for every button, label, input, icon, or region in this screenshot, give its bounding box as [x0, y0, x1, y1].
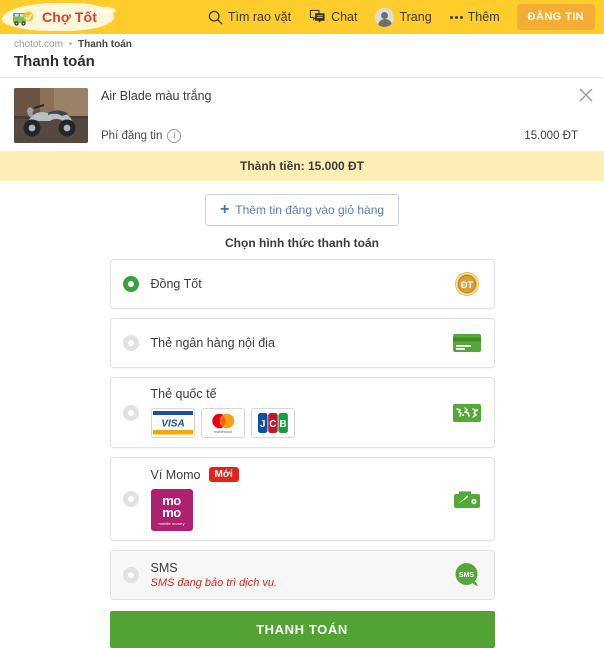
nav-chat[interactable]: Chat — [300, 9, 366, 25]
option-body-dong-tot: Đồng Tốt — [151, 277, 452, 291]
fee-label-group: Phí đăng tin i — [101, 129, 182, 143]
mastercard-logo: mastercard — [200, 408, 245, 438]
payment-option-label-momo: Ví Momo — [150, 467, 201, 482]
radio-momo[interactable] — [122, 491, 139, 507]
add-post-to-cart-button[interactable]: + Thêm tin đăng vào giỏ hàng — [204, 194, 400, 226]
svg-text:J: J — [259, 419, 265, 430]
info-icon[interactable]: i — [167, 129, 182, 143]
svg-text:ĐT: ĐT — [461, 280, 473, 290]
plus-icon: + — [219, 201, 230, 218]
nav-more[interactable]: Thêm — [441, 10, 509, 24]
payment-method-section-title: Chọn hình thức thanh toán — [225, 236, 379, 250]
shop-cart-icon — [12, 7, 38, 27]
brand-name: Chợ Tốt — [42, 9, 97, 25]
total-amount-bar: Thành tiền: 15.000 ĐT — [0, 151, 604, 181]
option-body-international-card: Thẻ quốc tế VISA mastercard J C B — [150, 387, 452, 438]
visa-logo: VISA — [150, 408, 195, 438]
post-ad-button[interactable]: ĐĂNG TIN — [516, 4, 595, 30]
new-badge: Mới — [208, 467, 239, 482]
breadcrumb: chotot.com • Thanh toán — [0, 34, 604, 50]
header-nav: Tìm rao vặt Chat Trang Thêm ĐĂNG TIN — [199, 0, 604, 34]
item-info: Air Blade màu trắng Phí đăng tin i 15.00… — [101, 88, 590, 143]
momo-logo: mo mo mobile money — [150, 489, 193, 531]
payment-option-domestic-card[interactable]: Thẻ ngân hàng nội địa — [109, 318, 495, 368]
payment-option-label-dong-tot: Đồng Tốt — [150, 277, 202, 291]
payment-option-label-domestic-card: Thẻ ngân hàng nội địa — [150, 336, 275, 350]
svg-text:SMS: SMS — [458, 572, 474, 579]
close-icon[interactable] — [578, 87, 594, 103]
payment-options-list: Đồng Tốt ĐT Thẻ ngân hàng nội địa Thẻ qu… — [0, 259, 604, 600]
sms-bubble-icon: SMS — [452, 560, 482, 590]
card-brand-logos: VISA mastercard J C B — [150, 408, 452, 438]
breadcrumb-site[interactable]: chotot.com — [14, 39, 63, 50]
svg-text:C: C — [269, 419, 276, 430]
site-header: Chợ Tốt Tìm rao vặt Chat Trang Thêm ĐĂNG… — [0, 0, 604, 34]
pay-button-wrapper: THANH TOÁN — [109, 611, 495, 648]
payment-option-international-card[interactable]: Thẻ quốc tế VISA mastercard J C B — [109, 377, 495, 448]
add-post-label: Thêm tin đăng vào giỏ hàng — [235, 203, 385, 217]
svg-text:mastercard: mastercard — [214, 430, 232, 434]
jcb-logo: J C B — [250, 408, 295, 438]
pay-button[interactable]: THANH TOÁN — [109, 611, 495, 648]
page-title: Thanh toán — [14, 53, 95, 70]
nav-search[interactable]: Tìm rao vặt — [199, 10, 300, 25]
payment-option-dong-tot[interactable]: Đồng Tốt ĐT — [109, 259, 495, 309]
nav-search-label: Tìm rao vặt — [227, 10, 292, 24]
radio-domestic-card[interactable] — [122, 335, 139, 351]
option-body-momo: Ví Momo Mới mo mo mobile money — [150, 467, 452, 531]
page-body: chotot.com • Thanh toán Thanh toán Air B… — [0, 34, 604, 648]
radio-international-card[interactable] — [122, 404, 139, 421]
fee-amount: 15.000 ĐT — [524, 130, 578, 142]
payment-option-momo[interactable]: Ví Momo Mới mo mo mobile money — [109, 457, 495, 541]
nav-chat-label: Chat — [331, 10, 358, 24]
svg-text:VISA: VISA — [161, 419, 184, 430]
payment-option-label-international-card: Thẻ quốc tế — [150, 387, 217, 401]
chat-icon — [309, 9, 326, 25]
breadcrumb-current: Thanh toán — [78, 39, 132, 50]
svg-text:B: B — [279, 419, 286, 430]
fee-line: Phí đăng tin i 15.000 ĐT — [101, 129, 590, 143]
radio-dong-tot[interactable] — [122, 276, 139, 292]
item-title[interactable]: Air Blade màu trắng — [101, 88, 590, 104]
world-card-icon — [452, 398, 482, 428]
more-dots-icon — [449, 15, 463, 19]
cart-item-row: Air Blade màu trắng Phí đăng tin i 15.00… — [0, 78, 604, 151]
payment-option-sms[interactable]: SMS SMS đang bảo trì dịch vụ. SMS — [109, 550, 495, 600]
checkout-card: Air Blade màu trắng Phí đăng tin i 15.00… — [0, 77, 604, 648]
avatar-icon — [375, 7, 395, 27]
nav-more-label: Thêm — [467, 10, 500, 24]
option-body-sms: SMS SMS đang bảo trì dịch vụ. — [151, 561, 452, 589]
fee-label: Phí đăng tin — [101, 130, 163, 142]
radio-sms[interactable] — [122, 567, 139, 583]
add-post-wrapper: + Thêm tin đăng vào giỏ hàng — [0, 181, 604, 236]
credit-card-icon — [452, 328, 482, 358]
wallet-icon — [452, 484, 482, 514]
nav-account[interactable]: Trang — [366, 7, 440, 27]
payment-option-label-sms: SMS — [150, 561, 178, 575]
payment-option-sms-notice: SMS đang bảo trì dịch vụ. — [150, 577, 278, 589]
search-icon — [208, 10, 223, 25]
dong-tot-coin-icon: ĐT — [452, 269, 482, 299]
breadcrumb-separator: • — [68, 39, 73, 50]
nav-account-label: Trang — [399, 10, 432, 24]
item-thumbnail[interactable] — [14, 88, 88, 143]
brand-logo[interactable]: Chợ Tốt — [0, 0, 117, 34]
option-body-domestic-card: Thẻ ngân hàng nội địa — [151, 336, 452, 350]
